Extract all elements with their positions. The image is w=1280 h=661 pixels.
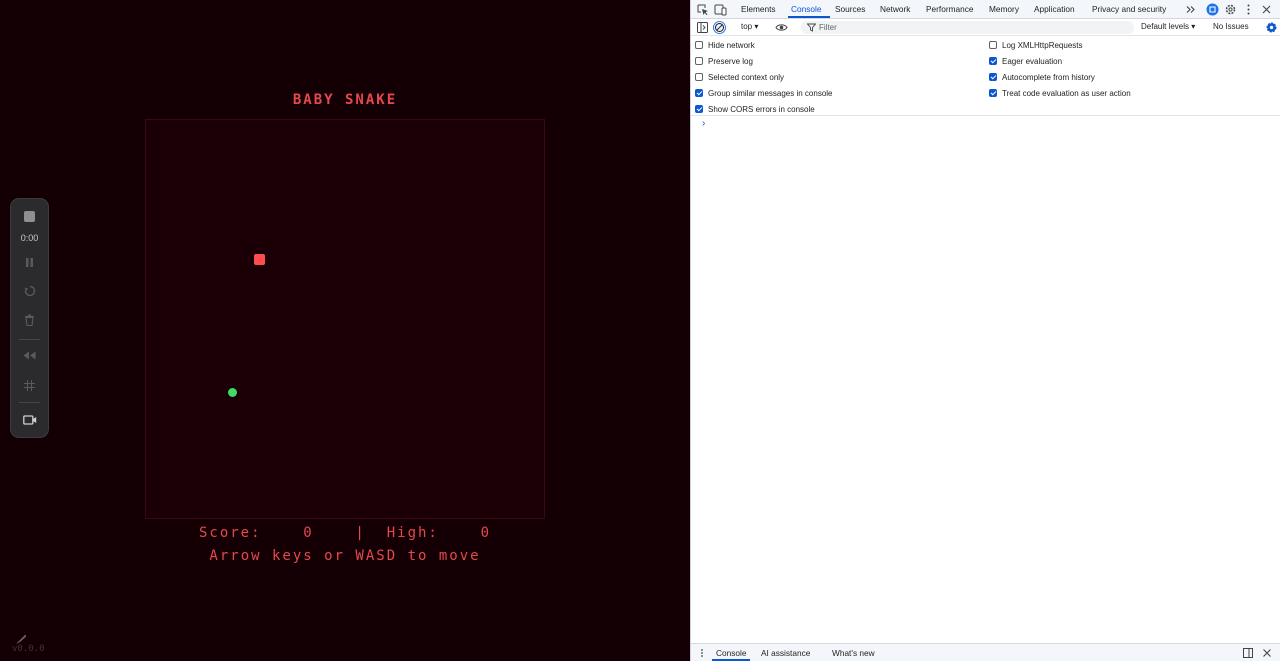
console-settings-panel: Hide network Preserve log Selected conte… [691,36,1280,116]
close-devtools-icon[interactable] [1260,3,1273,16]
setting-selected-context-only[interactable]: Selected context only [695,70,784,84]
setting-group-similar[interactable]: Group similar messages in console [695,86,833,100]
checkbox[interactable] [695,73,703,81]
rewind-icon[interactable] [11,344,48,366]
live-expression-eye-icon[interactable] [775,21,788,34]
camera-icon[interactable] [11,409,48,431]
log-levels-label: Default levels [1141,22,1190,31]
ai-assistant-icon[interactable] [1206,3,1219,16]
setting-preserve-log[interactable]: Preserve log [695,54,753,68]
settings-gear-icon[interactable] [1224,3,1237,16]
context-value: top [741,22,753,31]
chevron-down-icon: ▾ [1191,22,1196,31]
devtools-tab-bar: Elements Console Sources Network Perform… [691,0,1280,19]
device-toolbar-icon[interactable] [714,3,727,16]
recording-time: 0:00 [20,233,39,243]
chevron-down-icon: ▾ [754,22,759,31]
grid-icon[interactable] [11,374,48,396]
game-title: BABY SNAKE [292,92,398,108]
checkbox[interactable] [695,41,703,49]
tab-application[interactable]: Application [1034,0,1075,19]
drawer-tab-whats-new[interactable]: What's new [832,644,875,661]
checkbox[interactable] [989,57,997,65]
sidebar-toggle-icon[interactable] [696,21,709,34]
inspect-element-icon[interactable] [696,3,709,16]
kebab-menu-icon[interactable] [1242,3,1255,16]
tab-sources[interactable]: Sources [835,0,865,19]
console-toolbar: top ▾ Default levels ▾ No Issues [691,19,1280,36]
issues-counter[interactable]: No Issues [1213,22,1249,31]
checkbox[interactable] [989,41,997,49]
setting-hide-network[interactable]: Hide network [695,38,755,52]
game-pane: BABY SNAKE Score: 0 | High: 0 Arrow keys… [0,0,690,661]
drawer-menu-icon[interactable] [699,648,705,658]
score-bar: Score: 0 | High: 0 [145,525,545,541]
game-board[interactable] [145,119,545,519]
tab-memory[interactable]: Memory [989,0,1019,19]
more-tabs-icon[interactable] [1184,3,1197,16]
checkbox[interactable] [695,89,703,97]
high-label: High: [386,525,439,541]
setting-autocomplete-history[interactable]: Autocomplete from history [989,70,1095,84]
drawer-tab-bar: Console AI assistance What's new [691,643,1280,661]
clear-console-icon[interactable] [713,21,726,34]
score-value: 0 [303,525,314,541]
close-drawer-icon[interactable] [1262,648,1272,658]
filter-box [801,21,1134,34]
setting-treat-eval-as-user-action[interactable]: Treat code evaluation as user action [989,86,1131,100]
filter-icon [807,23,816,32]
checkbox[interactable] [989,73,997,81]
restart-icon[interactable] [11,280,48,302]
setting-eager-evaluation[interactable]: Eager evaluation [989,54,1062,68]
drawer-tab-ai-assistance[interactable]: AI assistance [761,644,810,661]
food-pellet [254,254,265,265]
devtools-panel: Elements Console Sources Network Perform… [690,0,1280,661]
snake-head [228,388,237,397]
context-selector[interactable]: top ▾ [741,22,758,31]
tab-performance[interactable]: Performance [926,0,974,19]
high-value: 0 [480,525,492,541]
recorder-toolbar: 0:00 [10,198,49,438]
version-label: v0.0.0 [12,644,45,654]
log-levels-dropdown[interactable]: Default levels ▾ [1141,22,1195,31]
pause-icon[interactable] [11,251,48,273]
tab-elements[interactable]: Elements [741,0,776,19]
tab-network[interactable]: Network [880,0,910,19]
setting-log-xmlhttprequests[interactable]: Log XMLHttpRequests [989,38,1083,52]
stop-icon[interactable] [11,205,48,227]
checkbox[interactable] [989,89,997,97]
score-label: Score: [198,525,262,541]
score-separator: | [355,525,366,541]
dock-side-icon[interactable] [1243,648,1253,658]
console-prompt[interactable]: › [702,118,705,129]
tab-privacy-security[interactable]: Privacy and security [1092,0,1166,19]
trash-icon[interactable] [11,309,48,331]
console-settings-gear-icon[interactable] [1265,21,1278,34]
checkbox[interactable] [695,57,703,65]
checkbox[interactable] [695,105,703,113]
filter-input[interactable] [819,22,1119,33]
setting-show-cors-errors[interactable]: Show CORS errors in console [695,102,815,116]
controls-hint: Arrow keys or WASD to move [209,548,481,564]
active-tab-indicator [788,16,830,18]
